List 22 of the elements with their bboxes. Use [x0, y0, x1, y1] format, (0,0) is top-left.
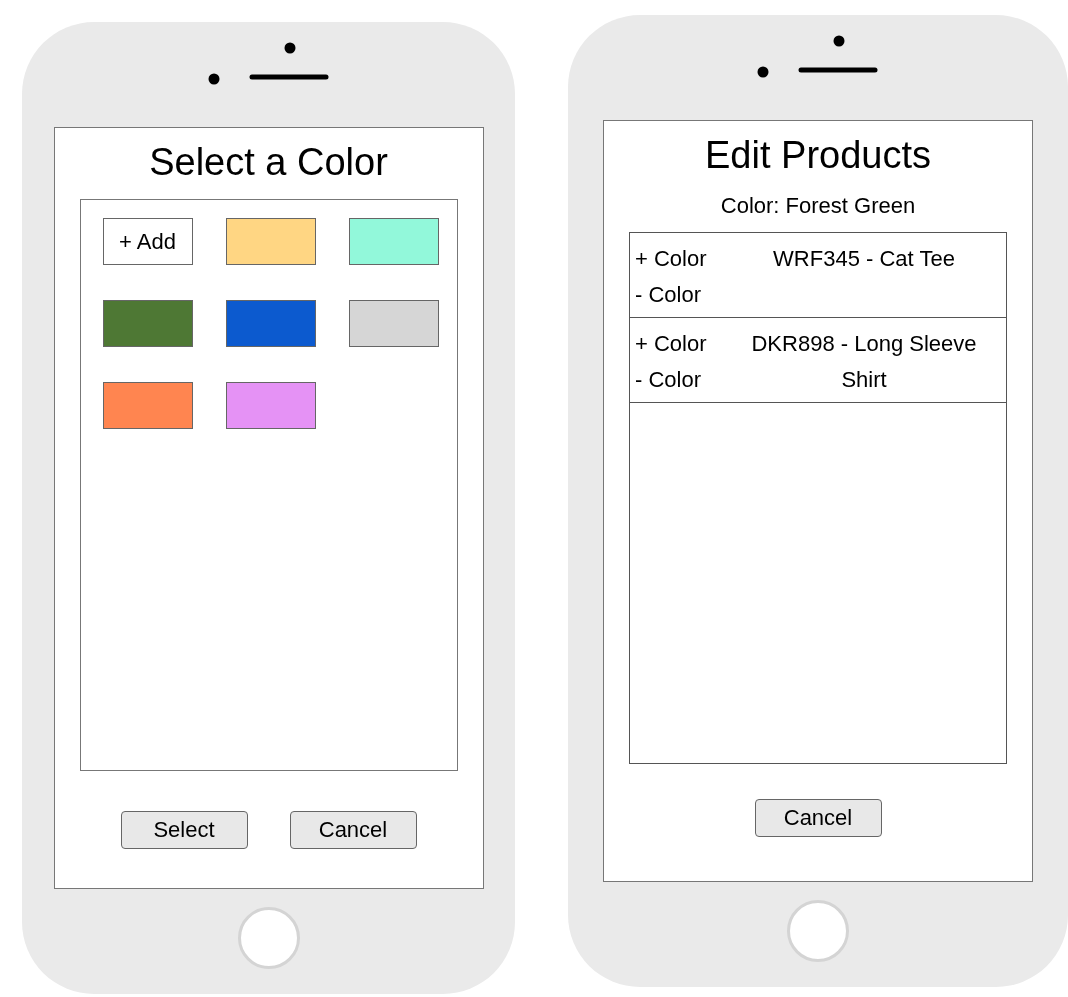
selected-color-label: Color: Forest Green — [720, 193, 916, 219]
color-swatch[interactable] — [102, 382, 193, 429]
add-color-link[interactable]: + Color — [635, 241, 707, 277]
color-swatch[interactable] — [225, 300, 316, 347]
color-swatch[interactable] — [348, 300, 439, 347]
select-button[interactable]: Select — [120, 811, 248, 849]
product-name: WRF345 - Cat Tee — [773, 246, 955, 271]
screen-title: Edit Products — [705, 133, 931, 177]
product-name: DKR898 - Long Sleeve Shirt — [751, 331, 977, 392]
remove-color-link[interactable]: - Color — [635, 362, 701, 398]
color-swatch[interactable] — [225, 382, 316, 429]
add-color-link[interactable]: + Color — [635, 326, 707, 362]
color-swatch[interactable] — [225, 218, 316, 265]
cancel-button[interactable]: Cancel — [289, 811, 417, 849]
add-color-button[interactable]: + Add — [102, 218, 193, 265]
speaker-icon — [207, 40, 330, 86]
remove-color-link[interactable]: - Color — [635, 277, 701, 313]
cancel-button[interactable]: Cancel — [754, 799, 882, 837]
color-swatch[interactable] — [102, 300, 193, 347]
color-swatch[interactable] — [348, 218, 439, 265]
speaker-icon — [757, 33, 879, 79]
screen-title: Select a Color — [149, 140, 388, 184]
